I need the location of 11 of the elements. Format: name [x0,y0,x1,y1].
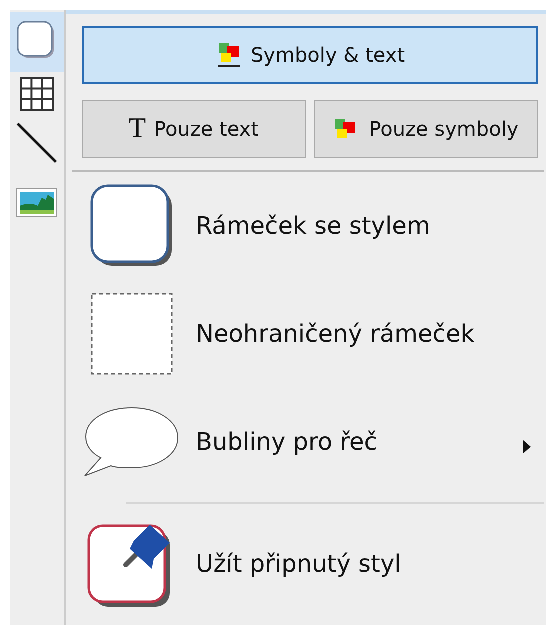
menu-item[interactable]: Rámeček se stylem [82,172,538,280]
menu-item[interactable]: Neohraničený rámeček [82,280,538,388]
mode-button[interactable]: T Pouze text [82,100,306,158]
letter-t-icon: T [128,115,146,143]
line-icon [16,120,58,166]
mode-button[interactable]: Pouze symboly [314,100,538,158]
frame-tool[interactable] [10,12,64,72]
picture-icon [16,188,58,218]
table-icon [19,76,55,112]
mode-button[interactable]: Symboly & text [82,26,538,84]
menu-item[interactable]: Užít připnutý styl [82,510,538,618]
